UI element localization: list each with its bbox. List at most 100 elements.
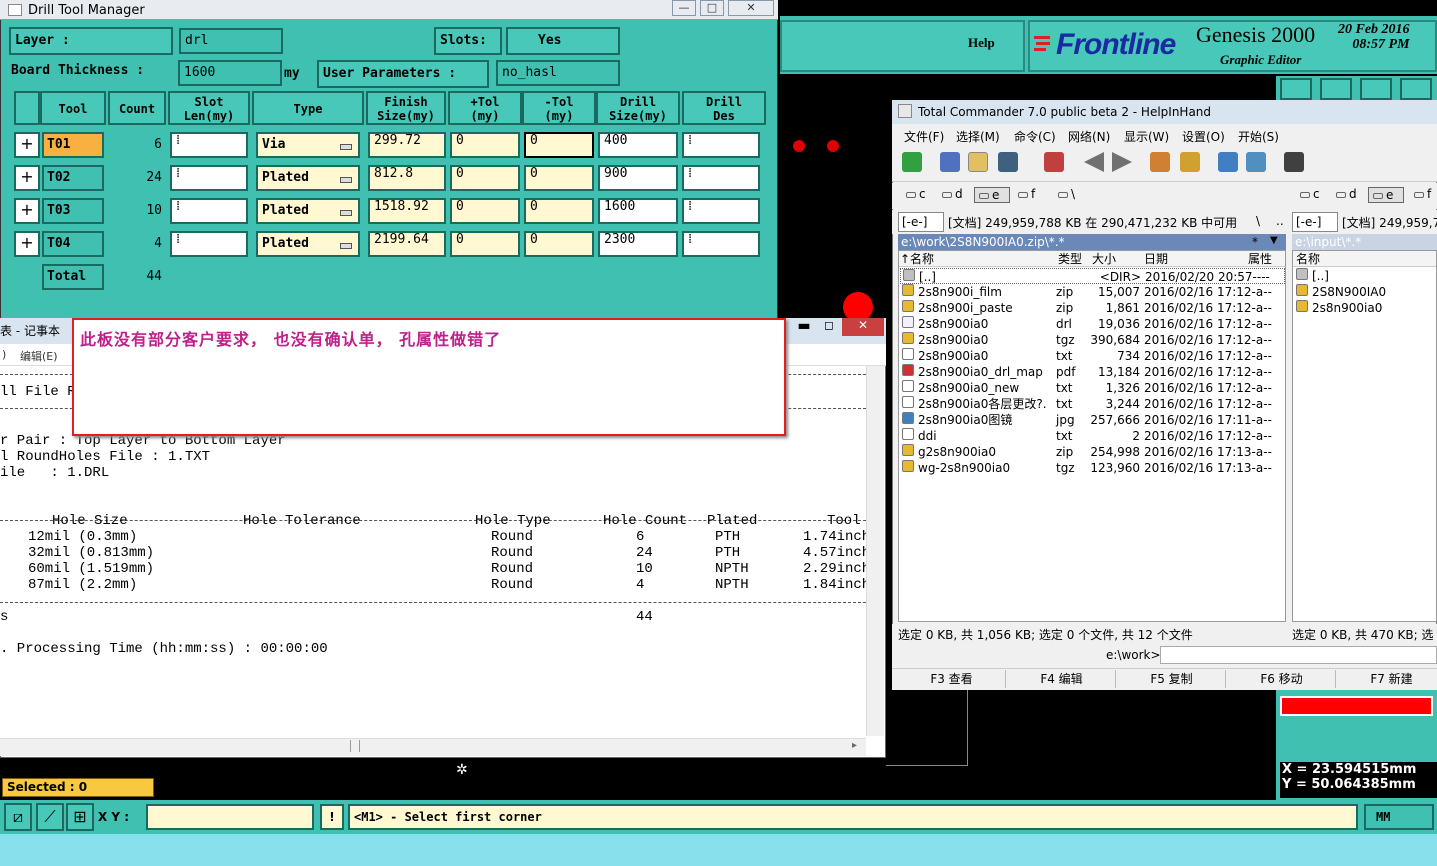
drill-des-input[interactable]: ⁞	[682, 198, 760, 224]
snap-grid-icon[interactable]: ⊞	[66, 803, 94, 831]
drill-size-input[interactable]: 1600	[598, 198, 678, 224]
drive-button[interactable]: d	[938, 187, 968, 203]
file-row[interactable]: 2s8n900ia0_drl_map pdf 13,184 2016/02/16 17…	[900, 364, 1285, 380]
right-file-row[interactable]: [..]	[1294, 268, 1436, 284]
notepad-maximize-button[interactable]: ◻	[816, 318, 842, 336]
file-row[interactable]: 2s8n900ia0各层更改?. txt 3,244 2016/02/16 17:12…	[900, 396, 1285, 412]
slot-len-input[interactable]: ⁞	[170, 231, 248, 257]
type-select[interactable]: Plated	[256, 165, 360, 191]
alert-button[interactable]: !	[320, 804, 344, 830]
plus-tol-input[interactable]: 0	[450, 198, 520, 224]
file-row[interactable]: 2s8n900ia0_new txt 1,326 2016/02/16 17:12-a…	[900, 380, 1285, 396]
units-select[interactable]: MM	[1364, 804, 1434, 830]
tool-button[interactable]: T04	[42, 231, 104, 257]
file-row[interactable]: wg-2s8n900ia0 tgz 123,960 2016/02/16 17:13-…	[900, 460, 1285, 476]
drive-button[interactable]: d	[1332, 187, 1360, 203]
url-icon[interactable]	[1246, 152, 1266, 172]
unpack-icon[interactable]	[1180, 152, 1200, 172]
refresh-icon[interactable]	[902, 152, 922, 172]
pack-icon[interactable]	[1150, 152, 1170, 172]
drive-button[interactable]: \	[1054, 187, 1084, 203]
finish-size-input[interactable]: 812.8	[368, 165, 446, 191]
layer-color-swatch[interactable]	[1280, 696, 1433, 716]
search-icon[interactable]	[1284, 152, 1304, 172]
right-file-row[interactable]: 2S8N900IA0	[1294, 284, 1436, 300]
toolbar-grid-icon[interactable]	[1400, 78, 1432, 100]
drill-size-input[interactable]: 2300	[598, 231, 678, 257]
tc-menu-item[interactable]: 命令(C)	[1014, 128, 1056, 145]
xy-input[interactable]	[146, 804, 314, 830]
close-button[interactable]: ✕	[728, 0, 774, 16]
type-select[interactable]: Plated	[256, 198, 360, 224]
tool-button[interactable]: T02	[42, 165, 104, 191]
tc-title[interactable]: Total Commander 7.0 public beta 2 - Help…	[892, 100, 1437, 124]
file-row[interactable]: ddi txt 2 2016/02/16 17:12-a--	[900, 428, 1285, 444]
parent-button[interactable]: ..	[1276, 214, 1284, 228]
root-button[interactable]: \	[1256, 214, 1260, 228]
tc-menu-item[interactable]: 设置(O)	[1182, 128, 1225, 145]
drive-button[interactable]: c	[902, 187, 932, 203]
scroll-thumb[interactable]	[350, 740, 360, 752]
ftp-icon[interactable]	[1218, 152, 1238, 172]
right-col-name[interactable]: 名称	[1296, 251, 1320, 267]
minus-tol-input[interactable]: 0	[524, 231, 594, 257]
invert-selection-icon[interactable]	[1044, 152, 1064, 172]
filter-star[interactable]: *	[1252, 235, 1258, 249]
minus-tol-input[interactable]: 0	[524, 198, 594, 224]
toolbar-box-icon[interactable]	[1320, 78, 1352, 100]
tc-menu-item[interactable]: 文件(F)	[904, 128, 944, 145]
minus-tol-input[interactable]: 0	[524, 132, 594, 158]
thumbnail-icon[interactable]	[998, 152, 1018, 172]
right-drive-select[interactable]: [-e-]	[1292, 212, 1338, 232]
slot-len-input[interactable]: ⁞	[170, 165, 248, 191]
minus-tol-input[interactable]: 0	[524, 165, 594, 191]
measure-icon[interactable]: ⟋	[36, 803, 64, 831]
slots-select[interactable]: Yes	[506, 27, 620, 55]
fkey-button[interactable]: F5 复制	[1118, 670, 1226, 688]
user-params-input[interactable]: no_hasl	[496, 60, 620, 86]
tc-menu-item[interactable]: 网络(N)	[1068, 128, 1110, 145]
expand-tool-icon[interactable]: +	[14, 132, 40, 158]
toolbar-home-icon[interactable]	[1280, 78, 1312, 100]
slot-len-input[interactable]: ⁞	[170, 132, 248, 158]
command-input[interactable]	[1160, 646, 1437, 664]
file-row[interactable]: 2s8n900ia0 tgz 390,684 2016/02/16 17:12-a--	[900, 332, 1285, 348]
col-name[interactable]: ↑名称	[900, 251, 934, 267]
file-row[interactable]: 2s8n900ia0 drl 19,036 2016/02/16 17:12-a--	[900, 316, 1285, 332]
type-select[interactable]: Via	[256, 132, 360, 158]
right-path[interactable]: e:\input\*.*	[1292, 234, 1437, 250]
maximize-button[interactable]: □	[700, 0, 724, 16]
scroll-right-icon[interactable]: ▸	[852, 740, 857, 751]
horizontal-scrollbar[interactable]	[0, 738, 866, 756]
file-row[interactable]: g2s8n900ia0 zip 254,998 2016/02/16 17:13-a-…	[900, 444, 1285, 460]
minimize-button[interactable]: —	[672, 0, 696, 16]
drive-button[interactable]: f	[1014, 187, 1044, 203]
finish-size-input[interactable]: 299.72	[368, 132, 446, 158]
vertical-scrollbar[interactable]	[866, 366, 884, 736]
tc-menu-item[interactable]: 开始(S)	[1238, 128, 1279, 145]
drill-size-input[interactable]: 400	[598, 132, 678, 158]
expand-tool-icon[interactable]: +	[14, 165, 40, 191]
file-row[interactable]: 2s8n900ia0图镜 jpg 257,666 2016/02/16 17:11-a…	[900, 412, 1285, 428]
file-row[interactable]: 2s8n900ia0 txt 734 2016/02/16 17:12-a--	[900, 348, 1285, 364]
finish-size-input[interactable]: 2199.64	[368, 231, 446, 257]
col-attr[interactable]: 属性	[1248, 251, 1272, 267]
drive-button[interactable]: e	[974, 187, 1010, 203]
fkey-button[interactable]: F6 移动	[1228, 670, 1336, 688]
toolbar-pcb-icon[interactable]	[1360, 78, 1392, 100]
zoom-box-icon[interactable]: ⧄	[4, 803, 32, 831]
file-row[interactable]: [..] <DIR> 2016/02/20 20:57----	[900, 268, 1285, 284]
menu-format[interactable]: )	[2, 348, 6, 361]
drill-size-input[interactable]: 900	[598, 165, 678, 191]
fkey-button[interactable]: F3 查看	[898, 670, 1006, 688]
tool-button[interactable]: T01	[42, 132, 104, 158]
file-row[interactable]: 2s8n900i_film zip 15,007 2016/02/16 17:12-a…	[900, 284, 1285, 300]
drive-button[interactable]: c	[1296, 187, 1324, 203]
tool-button[interactable]: T03	[42, 198, 104, 224]
tc-menu-item[interactable]: 显示(W)	[1124, 128, 1169, 145]
plus-tol-input[interactable]: 0	[450, 165, 520, 191]
full-view-icon[interactable]	[968, 152, 988, 172]
col-size[interactable]: 大小	[1092, 251, 1116, 267]
help-button[interactable]: Help	[968, 35, 1018, 51]
expand-tool-icon[interactable]: +	[14, 198, 40, 224]
